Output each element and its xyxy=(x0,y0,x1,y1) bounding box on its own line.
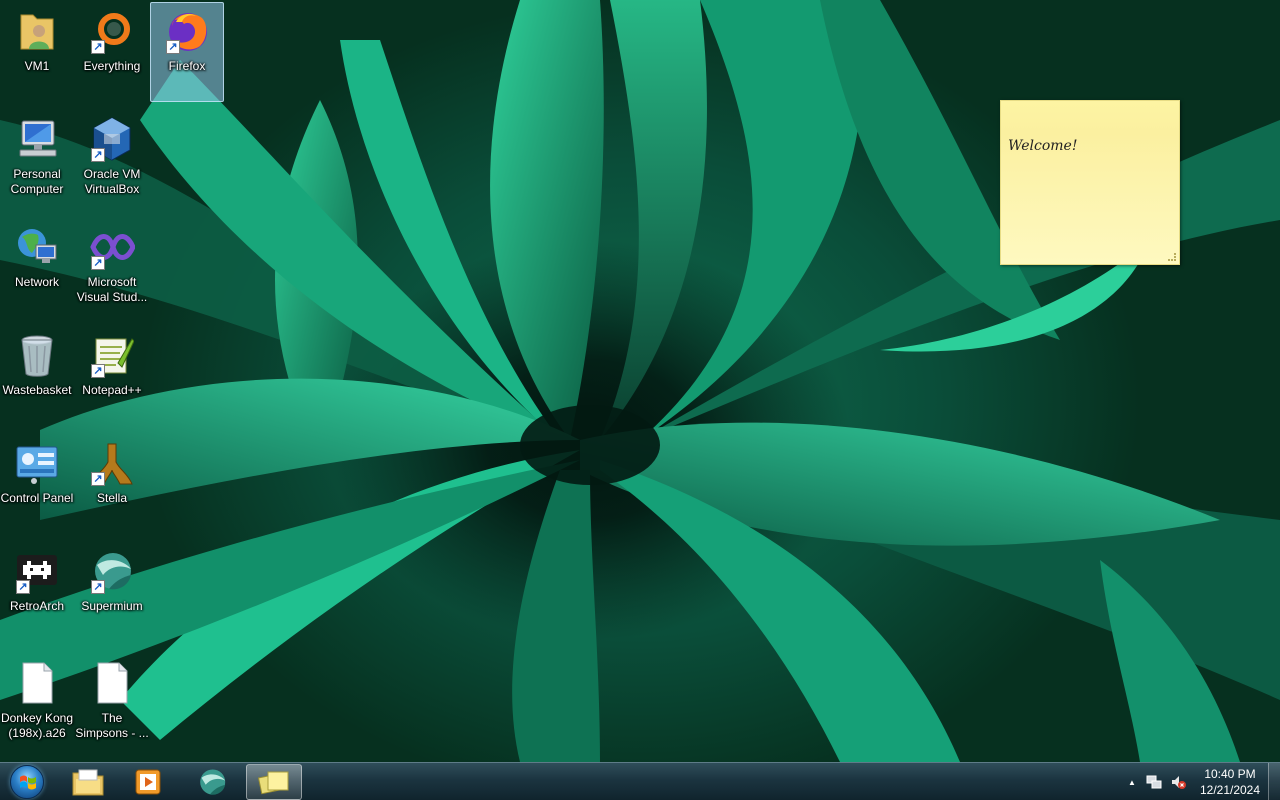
desktop-icon-label: Firefox xyxy=(168,59,206,73)
desktop-icon-label: Donkey Kong (198x).a26 xyxy=(0,711,74,740)
file-icon xyxy=(13,659,61,707)
virtualbox-icon: ↗ xyxy=(88,115,136,163)
show-hidden-icons-button[interactable]: ▲ xyxy=(1124,774,1140,790)
media-player-icon xyxy=(135,769,161,795)
taskbar: ▲ 10:40 PM 12/21/2024 xyxy=(0,762,1280,800)
clock-time: 10:40 PM xyxy=(1204,767,1256,781)
desktop-icon-wastebasket[interactable]: Wastebasket xyxy=(0,326,74,426)
desktop-icon-notepadpp[interactable]: ↗ Notepad++ xyxy=(75,326,149,426)
network-icon xyxy=(13,223,61,271)
chevron-up-icon: ▲ xyxy=(1128,777,1136,787)
file-explorer-icon xyxy=(72,769,104,796)
taskbar-sticky-notes[interactable] xyxy=(246,764,302,800)
resize-grip-icon[interactable] xyxy=(1168,253,1176,261)
stella-icon: ↗ xyxy=(88,439,136,487)
desktop-icon-network[interactable]: Network xyxy=(0,218,74,318)
shortcut-arrow-icon: ↗ xyxy=(16,580,30,594)
desktop-icon-label: Notepad++ xyxy=(82,383,142,397)
desktop-icon-vm1[interactable]: VM1 xyxy=(0,2,74,102)
desktop-icon-retroarch[interactable]: ↗ RetroArch xyxy=(0,542,74,642)
desktop-icon-label: Microsoft Visual Stud... xyxy=(76,275,148,304)
desktop-icon-control-panel[interactable]: Control Panel xyxy=(0,434,74,534)
desktop-icon-firefox[interactable]: ↗ Firefox xyxy=(150,2,224,102)
network-status-icon[interactable] xyxy=(1146,774,1162,790)
desktop-icon-visual-studio[interactable]: ↗ Microsoft Visual Stud... xyxy=(75,218,149,318)
shortcut-arrow-icon: ↗ xyxy=(91,472,105,486)
desktop-icon-stella[interactable]: ↗ Stella xyxy=(75,434,149,534)
desktop-icon-simpsons-file[interactable]: The Simpsons - ... xyxy=(75,654,149,754)
shortcut-arrow-icon: ↗ xyxy=(91,148,105,162)
everything-search-icon: ↗ xyxy=(88,7,136,55)
clock-date: 12/21/2024 xyxy=(1199,783,1261,797)
sticky-note-text[interactable]: Welcome! xyxy=(1008,138,1077,154)
shortcut-arrow-icon: ↗ xyxy=(91,40,105,54)
windows-orb-icon xyxy=(10,765,44,799)
desktop-icon-personal-computer[interactable]: Personal Computer xyxy=(0,110,74,210)
recycle-bin-icon xyxy=(13,331,61,379)
shortcut-arrow-icon: ↗ xyxy=(91,256,105,270)
supermium-icon xyxy=(200,769,226,795)
user-folder-icon xyxy=(13,7,61,55)
computer-icon xyxy=(13,115,61,163)
supermium-icon: ↗ xyxy=(88,547,136,595)
notepadpp-icon: ↗ xyxy=(88,331,136,379)
show-desktop-button[interactable] xyxy=(1268,763,1280,800)
control-panel-icon xyxy=(13,439,61,487)
taskbar-media-player[interactable] xyxy=(120,764,176,800)
desktop-icon-label: RetroArch xyxy=(9,599,65,613)
volume-muted-icon[interactable] xyxy=(1170,774,1186,790)
shortcut-arrow-icon: ↗ xyxy=(91,364,105,378)
desktop-icon-label: Stella xyxy=(96,491,128,505)
desktop-icon-virtualbox[interactable]: ↗ Oracle VM VirtualBox xyxy=(75,110,149,210)
desktop-icon-label: Network xyxy=(14,275,59,289)
desktop-icon-label: Wastebasket xyxy=(2,383,72,397)
retroarch-icon: ↗ xyxy=(13,547,61,595)
desktop-icon-label: Everything xyxy=(83,59,141,73)
start-button[interactable] xyxy=(4,763,50,800)
taskbar-clock[interactable]: 10:40 PM 12/21/2024 xyxy=(1192,766,1268,798)
desktop-icon-donkey-kong-rom[interactable]: Donkey Kong (198x).a26 xyxy=(0,654,74,754)
desktop-icon-label: Oracle VM VirtualBox xyxy=(83,167,141,196)
desktop-icon-label: The Simpsons - ... xyxy=(75,711,149,740)
sticky-notes-icon xyxy=(258,771,289,795)
desktop-icon-supermium[interactable]: ↗ Supermium xyxy=(75,542,149,642)
taskbar-supermium[interactable] xyxy=(184,764,240,800)
desktop-icon-label: Supermium xyxy=(81,599,143,613)
desktop-icon-label: Personal Computer xyxy=(10,167,64,196)
desktop-icon-everything[interactable]: ↗ Everything xyxy=(75,2,149,102)
taskbar-file-explorer[interactable] xyxy=(60,764,116,800)
shortcut-arrow-icon: ↗ xyxy=(166,40,180,54)
sticky-note[interactable]: Welcome! xyxy=(1000,100,1180,265)
file-icon xyxy=(88,659,136,707)
shortcut-arrow-icon: ↗ xyxy=(91,580,105,594)
desktop-icon-label: VM1 xyxy=(24,59,50,73)
visual-studio-icon: ↗ xyxy=(88,223,136,271)
desktop-icon-label: Control Panel xyxy=(0,491,74,505)
firefox-icon: ↗ xyxy=(163,7,211,55)
